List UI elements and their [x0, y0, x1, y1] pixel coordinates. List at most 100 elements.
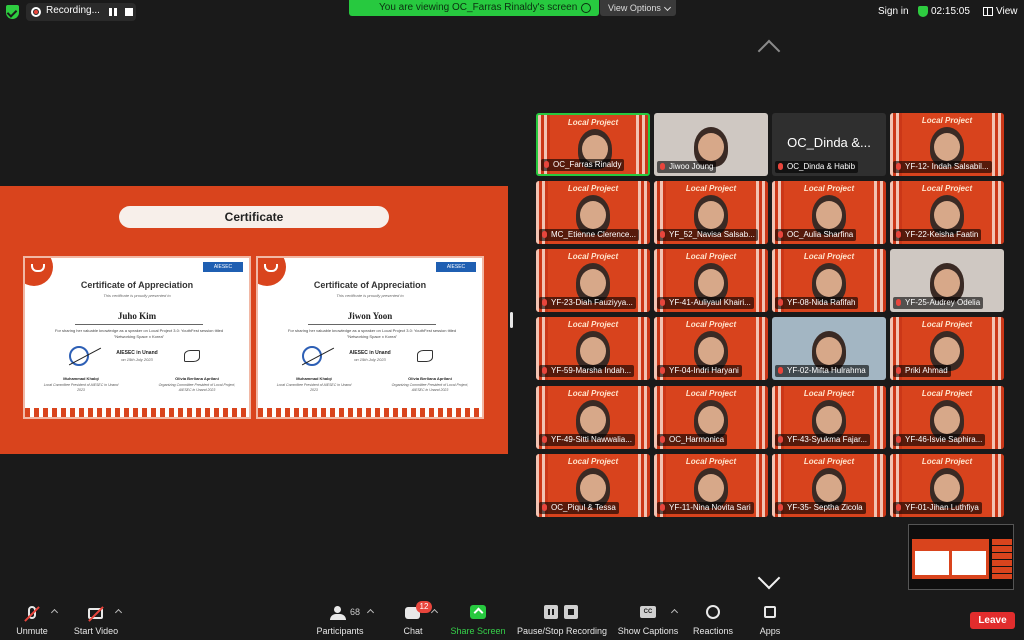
certificate-subheading: This certificate is proudly presented to — [103, 293, 171, 298]
timer-shield-icon — [918, 6, 928, 17]
chat-unread-badge: 12 — [416, 601, 432, 613]
meeting-timer: 02:15:05 — [931, 6, 970, 17]
participant-tile[interactable]: Local Project OC_Harmonica — [654, 386, 768, 449]
participant-name: OC_Aulia Sharfina — [775, 229, 857, 241]
scroll-up-chevron-icon[interactable] — [757, 39, 781, 63]
virtual-background-text: Local Project — [685, 457, 737, 466]
participant-name: YF-12- Indah Salsabil... — [893, 161, 992, 173]
grid-view-icon[interactable] — [983, 7, 993, 16]
participant-tile[interactable]: Local Project YF-11-Nina Novita Sari — [654, 454, 768, 517]
pause-recording-icon[interactable] — [109, 8, 117, 16]
security-shield-icon[interactable] — [6, 5, 19, 19]
scroll-down-chevron-icon[interactable] — [757, 566, 781, 590]
mini-gallery — [992, 539, 1012, 579]
split-view-handle[interactable] — [510, 312, 513, 328]
chat-button[interactable]: 12 Chat — [396, 598, 432, 640]
pause-stop-recording-button[interactable]: Pause/Stop Recording — [514, 598, 610, 640]
mini-certificate — [915, 551, 949, 575]
participant-tile[interactable]: Local Project YF-59-Marsha Indah... — [536, 317, 650, 380]
participant-tile[interactable]: Local Project OC_Farras Rinaldy — [536, 113, 650, 176]
participant-tile[interactable]: Local Project YF-49-Sitti Nawwalia... — [536, 386, 650, 449]
muted-mic-icon — [660, 436, 665, 443]
participant-tile[interactable]: Local Project YF-41-Auliyaul Khairi... — [654, 249, 768, 312]
recording-dot-icon — [31, 7, 41, 17]
muted-mic-icon — [660, 367, 665, 374]
participants-caret-icon[interactable] — [366, 608, 375, 617]
participant-tile[interactable]: OC_Dinda &... OC_Dinda & Habib — [772, 113, 886, 176]
certificate-host: AIESEC in Unand — [349, 350, 391, 356]
org-badge: AIESEC — [203, 262, 243, 272]
signer-right-role: Organizing Committee President of Local … — [158, 383, 236, 392]
unmute-button[interactable]: Unmute — [10, 598, 54, 640]
participant-face — [698, 269, 724, 297]
participant-name: YF-49-Sitti Nawwalia... — [539, 434, 635, 446]
participant-name-text: Jiwoo Joung — [669, 162, 714, 171]
sign-in-link[interactable]: Sign in — [878, 6, 909, 17]
participant-display-name: OC_Dinda &... — [787, 135, 871, 150]
viewing-banner-text: You are viewing OC_Farras Rinaldy's scre… — [379, 2, 578, 13]
apps-button[interactable]: Apps — [752, 598, 788, 640]
participants-label: Participants — [316, 626, 364, 636]
participant-tile[interactable]: Local Project MC_Etienne Clerence... — [536, 181, 650, 244]
show-captions-button[interactable]: CC Show Captions — [616, 598, 680, 640]
virtual-background-text: Local Project — [921, 389, 973, 398]
participant-tile[interactable]: YF-25-Audrey Odelia — [890, 249, 1004, 312]
participant-name-text: YF-43-Syukma Fajar... — [787, 435, 868, 444]
muted-mic-icon — [778, 231, 783, 238]
slide-title: Certificate — [119, 206, 389, 228]
participant-tile[interactable]: Local Project Priki Ahmad — [890, 317, 1004, 380]
mini-slide — [912, 539, 989, 579]
participant-tile[interactable]: Local Project OC_Piqul & Tessa — [536, 454, 650, 517]
virtual-background-text: Local Project — [803, 389, 855, 398]
participant-face — [816, 269, 842, 297]
bottom-toolbar: Unmute Start Video 68 Participants 12 Ch… — [0, 598, 1024, 640]
participant-tile[interactable]: YF-02-Mifta Hulrahma — [772, 317, 886, 380]
participant-face — [934, 133, 960, 161]
participant-tile[interactable]: Local Project OC_Aulia Sharfina — [772, 181, 886, 244]
participant-tile[interactable]: Local Project YF-43-Syukma Fajar... — [772, 386, 886, 449]
stamp-signature-icon — [302, 346, 322, 366]
view-options-label: View Options — [608, 3, 661, 13]
self-view-thumbnail[interactable] — [908, 524, 1014, 590]
certificate-date: on 15th July 2023 — [354, 357, 386, 362]
participant-name-text: OC_Piqul & Tessa — [551, 503, 616, 512]
decorative-border — [25, 408, 249, 417]
participant-name: YF-04-Indri Haryani — [657, 365, 742, 377]
participant-name-text: YF-08-Nida Rafifah — [787, 298, 856, 307]
participant-name: YF-46-Isvie Saphira... — [893, 434, 986, 446]
virtual-background-text: Local Project — [567, 389, 619, 398]
participant-tile[interactable]: Local Project YF-04-Indri Haryani — [654, 317, 768, 380]
view-options-button[interactable]: View Options — [600, 0, 676, 16]
leave-button[interactable]: Leave — [970, 612, 1015, 629]
participant-tile[interactable]: Local Project YF-23-Diah Fauziyya... — [536, 249, 650, 312]
muted-mic-icon — [660, 231, 665, 238]
reactions-button[interactable]: Reactions — [690, 598, 736, 640]
participant-name: YF-41-Auliyaul Khairi... — [657, 297, 754, 309]
participant-face — [934, 337, 960, 365]
participant-tile[interactable]: Local Project YF-12- Indah Salsabil... — [890, 113, 1004, 176]
view-button[interactable]: View — [996, 6, 1018, 17]
start-video-button[interactable]: Start Video — [70, 598, 122, 640]
participant-name-text: YF-59-Marsha Indah... — [551, 366, 632, 375]
certificate-body: For sharing her valuable knowledge as a … — [54, 328, 224, 339]
participant-name: YF-35- Septha Zicola — [775, 502, 866, 514]
participants-button[interactable]: 68 Participants — [312, 598, 368, 640]
participant-tile[interactable]: Local Project YF-22-Keisha Faatin — [890, 181, 1004, 244]
virtual-background-text: Local Project — [803, 252, 855, 261]
muted-mic-icon — [542, 367, 547, 374]
stop-recording-icon[interactable] — [125, 8, 133, 16]
participant-tile[interactable]: Local Project YF-35- Septha Zicola — [772, 454, 886, 517]
participant-tile[interactable]: Local Project YF_52_Navisa Salsab... — [654, 181, 768, 244]
share-screen-button[interactable]: Share Screen — [448, 598, 508, 640]
signature-icon — [414, 346, 436, 364]
participant-name-text: YF-01-Jihan Luthfiya — [905, 503, 979, 512]
virtual-background-text: Local Project — [921, 184, 973, 193]
mini-certificate — [952, 551, 986, 575]
participant-tile[interactable]: Local Project YF-46-Isvie Saphira... — [890, 386, 1004, 449]
participant-tile[interactable]: Local Project YF-08-Nida Rafifah — [772, 249, 886, 312]
participant-tile[interactable]: Local Project YF-01-Jihan Luthfiya — [890, 454, 1004, 517]
participant-name-text: YF-25-Audrey Odelia — [905, 298, 981, 307]
participant-name: YF-11-Nina Novita Sari — [657, 502, 754, 514]
chat-caret-icon[interactable] — [430, 608, 439, 617]
participant-tile[interactable]: Jiwoo Joung — [654, 113, 768, 176]
